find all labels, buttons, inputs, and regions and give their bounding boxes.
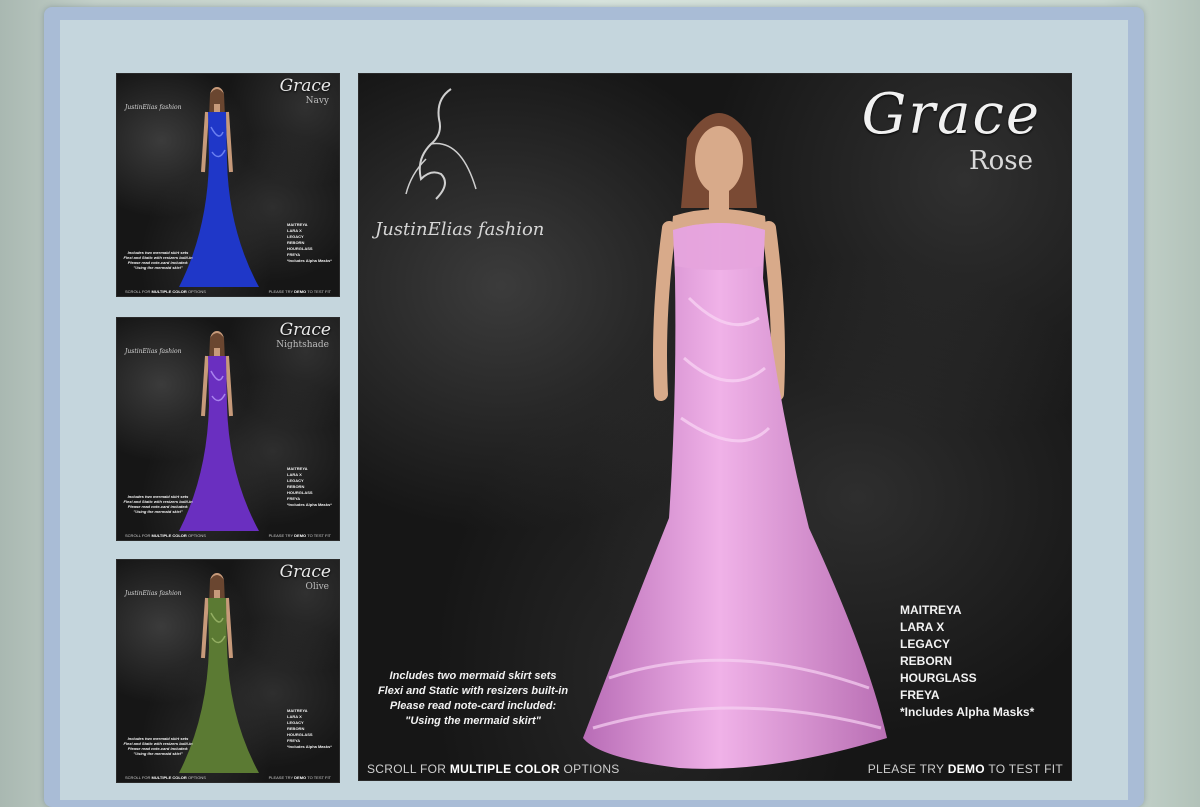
notes: Includes two mermaid skirt sets Flexi and… — [123, 494, 193, 514]
footer-demo-hint: PLEASE TRY DEMO TO TEST FIT — [268, 289, 331, 294]
footer-demo-hint: PLEASE TRY DEMO TO TEST FIT — [268, 533, 331, 538]
footer-demo-hint: PLEASE TRY DEMO TO TEST FIT — [867, 762, 1063, 776]
footer-demo-hint: PLEASE TRY DEMO TO TEST FIT — [268, 775, 331, 780]
size-item: FREYA — [900, 688, 940, 702]
size-item: LARA X — [900, 620, 945, 634]
size-item: *Includes Alpha Masks* — [900, 705, 1035, 719]
dress-figure — [569, 98, 889, 774]
size-item: MAITREYA — [900, 603, 962, 617]
brand-logo: JustinElias fashion — [375, 88, 545, 240]
thumbnail-navy[interactable]: JustinElias fashion Grace Navy MAITREYA L… — [116, 73, 340, 297]
dress-figure — [179, 568, 291, 780]
thumb-color-name: Olive — [305, 582, 329, 592]
size-list: MAITREYA LARA X LEGACY REBORN HOURGLASS FREYA… — [287, 466, 332, 507]
thumbnail-nightshade[interactable]: JustinElias fashion Grace Nightshade MAI… — [116, 317, 340, 541]
dress-figure — [179, 82, 291, 294]
footer-scroll-hint: SCROLL FOR MULTIPLE COLOR OPTIONS — [367, 762, 620, 776]
size-list: MAITREYA LARA X LEGACY REBORN HOURGLASS FREYA… — [287, 708, 332, 749]
footer-scroll-hint: SCROLL FOR MULTIPLE COLOR OPTIONS — [125, 289, 206, 294]
size-item: LEGACY — [900, 637, 951, 651]
notes: Includes two mermaid skirt sets Flexi and… — [123, 250, 193, 270]
thumbnail-olive[interactable]: JustinElias fashion Grace Olive MAITREYA… — [116, 559, 340, 783]
brand-logo: JustinElias fashion — [125, 590, 182, 597]
size-list: MAITREYA LARA X LEGACY REBORN HOURGLASS FREYA… — [287, 222, 332, 263]
brand-logo: JustinElias fashion — [125, 348, 182, 355]
footer-scroll-hint: SCROLL FOR MULTIPLE COLOR OPTIONS — [125, 775, 206, 780]
notes: Includes two mermaid skirt sets Flexi an… — [377, 670, 569, 727]
size-list: MAITREYA LARA X LEGACY REBORN HOURGLASS … — [900, 602, 1034, 721]
notes: Includes two mermaid skirt sets Flexi and… — [123, 736, 193, 756]
main-display-rose[interactable]: JustinElias fashion Grace Rose Includes — [358, 73, 1072, 781]
size-item: HOURGLASS — [900, 671, 977, 685]
footer-scroll-hint: SCROLL FOR MULTIPLE COLOR OPTIONS — [125, 533, 206, 538]
main-color-name: Rose — [969, 146, 1033, 176]
brand-logo-text: JustinElias fashion — [375, 219, 545, 240]
thumb-color-name: Navy — [305, 96, 329, 106]
size-item: REBORN — [900, 654, 953, 668]
brand-logo: JustinElias fashion — [125, 104, 182, 111]
dress-figure — [179, 326, 291, 538]
